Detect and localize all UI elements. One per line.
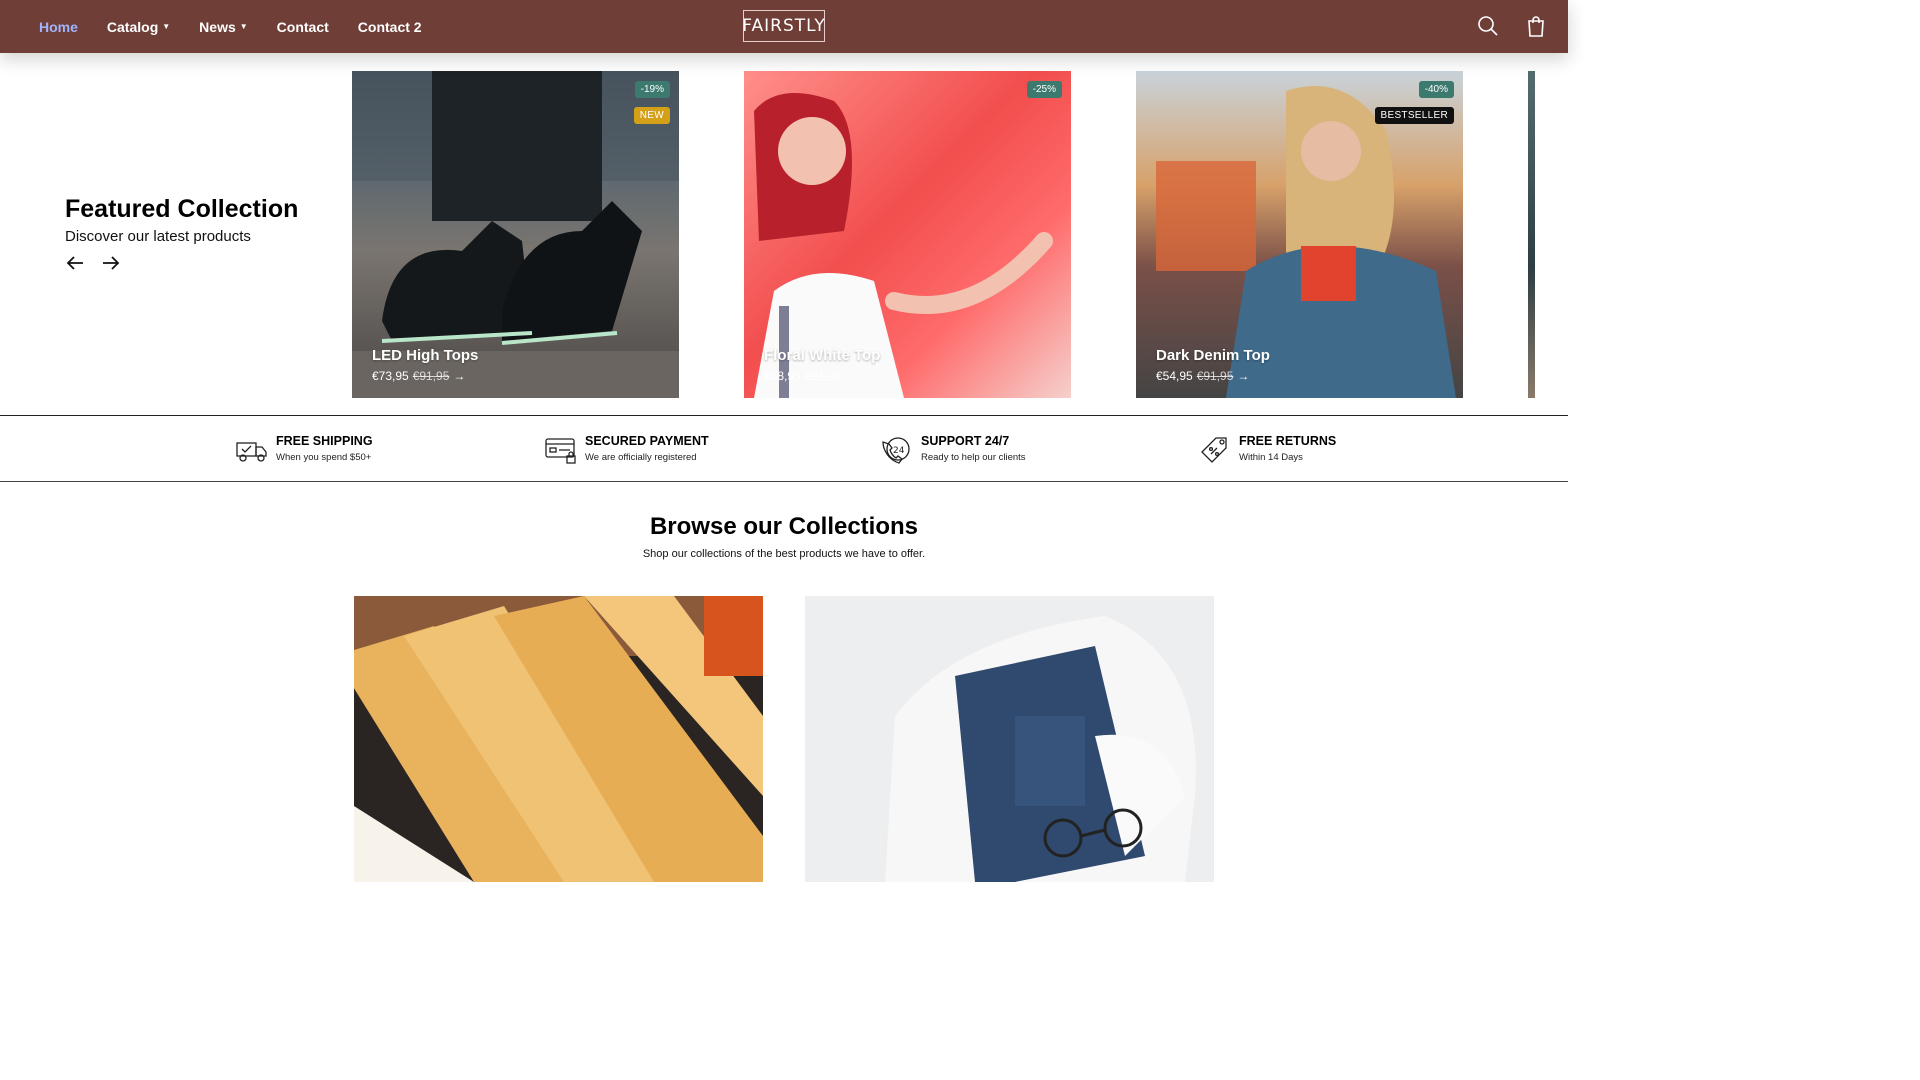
wooden-hangers-image <box>354 596 763 882</box>
nav-news[interactable]: News ▼ <box>199 19 248 35</box>
discount-badge: -25% <box>1026 81 1062 98</box>
bestseller-badge: BESTSELLER <box>1374 107 1454 124</box>
usp-free-shipping: FREE SHIPPING When you spend $50+ <box>235 434 373 466</box>
product-old-price: €91,95 <box>412 369 450 383</box>
product-price-row: €68,95 €91,95 → <box>764 369 857 383</box>
new-badge: NEW <box>633 107 670 124</box>
nav-home-label: Home <box>39 18 78 35</box>
product-card-led-high-tops[interactable]: -19% NEW LED High Tops €73,95 €91,95 → <box>352 71 679 398</box>
featured-heading-block: Featured Collection Discover our latest … <box>65 195 298 245</box>
nav-contact[interactable]: Contact <box>277 19 329 35</box>
collections-subtitle: Shop our collections of the best product… <box>642 548 926 560</box>
site-logo[interactable]: FAIRSTLY <box>742 10 826 42</box>
arrow-right-icon: → <box>845 369 858 383</box>
usp-secured-payment: SECURED PAYMENT We are officially regist… <box>544 434 709 466</box>
usp-title: SUPPORT 24/7 <box>921 434 1010 448</box>
logo-text: FAIRSTLY <box>742 16 826 36</box>
usp-title: FREE SHIPPING <box>276 434 373 448</box>
usp-title: FREE RETURNS <box>1239 434 1337 448</box>
collections-title: Browse our Collections <box>649 513 919 540</box>
usp-text: SECURED PAYMENT We are officially regist… <box>585 434 709 463</box>
usp-subtitle: When you spend $50+ <box>276 452 372 463</box>
usp-subtitle: Within 14 Days <box>1239 452 1303 463</box>
search-icon[interactable] <box>1476 14 1500 38</box>
svg-text:24: 24 <box>893 446 905 456</box>
usp-text: FREE SHIPPING When you spend $50+ <box>276 434 373 463</box>
nav-contact-2-label: Contact 2 <box>357 18 422 35</box>
product-old-price: €91,95 <box>1196 369 1234 383</box>
usp-subtitle: We are officially registered <box>585 452 697 463</box>
product-price-row: €54,95 €91,95 → <box>1156 369 1249 383</box>
product-name: Dark Denim Top <box>1156 347 1270 364</box>
featured-collection-section: Featured Collection Discover our latest … <box>0 53 1568 415</box>
usp-title: SECURED PAYMENT <box>585 434 709 448</box>
chevron-down-icon: ▼ <box>239 21 248 31</box>
site-header: Home Catalog ▼ News ▼ Contact Contact 2 … <box>0 0 1568 53</box>
product-price-row: €73,95 €91,95 → <box>372 369 465 383</box>
arrow-left-icon <box>66 256 83 270</box>
main-nav: Home Catalog ▼ News ▼ Contact Contact 2 <box>39 0 422 53</box>
arrow-right-icon <box>103 256 120 270</box>
product-price: €54,95 <box>1156 369 1193 383</box>
product-card-dark-denim-top[interactable]: -40% BESTSELLER Dark Denim Top €54,95 €9… <box>1136 71 1463 398</box>
usp-support: 24 SUPPORT 24/7 Ready to help our client… <box>880 434 1026 466</box>
discount-badge: -40% <box>1418 81 1454 98</box>
product-name: LED High Tops <box>372 347 479 364</box>
usp-text: FREE RETURNS Within 14 Days <box>1239 434 1336 463</box>
chevron-down-icon: ▼ <box>162 21 171 31</box>
usp-text: SUPPORT 24/7 Ready to help our clients <box>921 434 1026 463</box>
carousel-prev-button[interactable] <box>65 253 85 273</box>
discount-badge: -19% <box>634 81 670 98</box>
carousel-next-button[interactable] <box>101 253 121 273</box>
product-name: Floral White Top <box>764 347 881 364</box>
carousel-controls <box>65 253 121 273</box>
nav-contact-2[interactable]: Contact 2 <box>358 19 422 35</box>
collection-card-jeans[interactable] <box>805 596 1214 882</box>
product-card-partial[interactable] <box>1528 71 1535 398</box>
nav-news-label: News <box>199 18 236 35</box>
product-old-price: €91,95 <box>804 369 842 383</box>
support-24-icon: 24 <box>882 437 910 464</box>
usp-bar: FREE SHIPPING When you spend $50+ SECURE… <box>0 415 1568 482</box>
product-price: €73,95 <box>372 369 409 383</box>
secure-card-icon <box>545 438 576 464</box>
nav-catalog-label: Catalog <box>106 18 159 35</box>
usp-free-returns: FREE RETURNS Within 14 Days <box>1198 434 1336 466</box>
usp-subtitle: Ready to help our clients <box>921 452 1026 463</box>
featured-subtitle: Discover our latest products <box>65 228 251 245</box>
arrow-right-icon: → <box>1237 369 1250 383</box>
folded-jeans-sweater-image <box>805 596 1214 882</box>
returns-tag-icon <box>1201 437 1227 463</box>
featured-title: Featured Collection <box>65 195 299 223</box>
collection-card-hangers[interactable] <box>354 596 763 882</box>
delivery-truck-icon <box>236 442 267 462</box>
nav-home[interactable]: Home <box>39 19 78 35</box>
nav-catalog[interactable]: Catalog ▼ <box>107 19 170 35</box>
nav-contact-label: Contact <box>276 18 329 35</box>
header-actions <box>1476 14 1548 38</box>
product-price: €68,95 <box>764 369 801 383</box>
arrow-right-icon: → <box>453 369 466 383</box>
shopping-bag-icon[interactable] <box>1524 14 1548 38</box>
product-card-floral-white-top[interactable]: -25% Floral White Top €68,95 €91,95 → <box>744 71 1071 398</box>
